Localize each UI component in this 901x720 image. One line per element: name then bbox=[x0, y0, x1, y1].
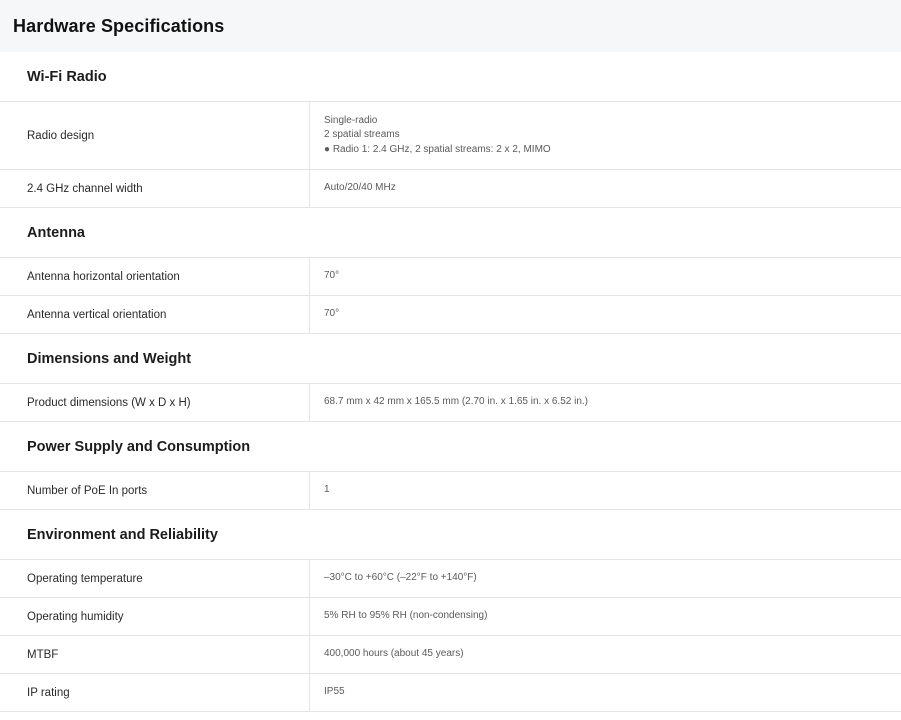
section-wifi-radio: Wi-Fi Radio Radio design Single-radio 2 … bbox=[0, 52, 901, 208]
section-title: Antenna bbox=[27, 224, 85, 241]
spec-row-operating-temperature: Operating temperature –30°C to +60°C (–2… bbox=[0, 560, 901, 598]
spec-value-line: Auto/20/40 MHz bbox=[324, 182, 396, 194]
section-title: Power Supply and Consumption bbox=[27, 438, 251, 455]
spec-row-antenna-horizontal: Antenna horizontal orientation 70° bbox=[0, 258, 901, 296]
spec-value-line: 70° bbox=[324, 270, 340, 282]
section-header: Power Supply and Consumption bbox=[0, 422, 901, 472]
spec-value-line: ● Radio 1: 2.4 GHz, 2 spatial streams: 2… bbox=[324, 143, 551, 155]
spec-value-line: 1 bbox=[324, 484, 330, 496]
spec-row-product-dimensions: Product dimensions (W x D x H) 68.7 mm x… bbox=[0, 384, 901, 422]
spec-value-line: IP55 bbox=[324, 686, 345, 698]
spec-label: MTBF bbox=[0, 636, 310, 673]
spec-value: Single-radio 2 spatial streams ● Radio 1… bbox=[310, 102, 901, 169]
spec-label: Product dimensions (W x D x H) bbox=[0, 384, 310, 421]
page-title: Hardware Specifications bbox=[13, 15, 225, 36]
spec-value-line: 400,000 hours (about 45 years) bbox=[324, 648, 464, 660]
spec-value: –30°C to +60°C (–22°F to +140°F) bbox=[310, 560, 901, 597]
section-header: Wi-Fi Radio bbox=[0, 52, 901, 102]
spec-label: Number of PoE In ports bbox=[0, 472, 310, 509]
spec-value-line: –30°C to +60°C (–22°F to +140°F) bbox=[324, 572, 477, 584]
spec-row-mtbf: MTBF 400,000 hours (about 45 years) bbox=[0, 636, 901, 674]
spec-label: Operating humidity bbox=[0, 598, 310, 635]
spec-value: 5% RH to 95% RH (non-condensing) bbox=[310, 598, 901, 635]
spec-label: Operating temperature bbox=[0, 560, 310, 597]
section-header: Antenna bbox=[0, 208, 901, 258]
spec-row-operating-humidity: Operating humidity 5% RH to 95% RH (non-… bbox=[0, 598, 901, 636]
spec-value: 70° bbox=[310, 296, 901, 333]
section-header: Environment and Reliability bbox=[0, 510, 901, 560]
spec-row-poe-ports: Number of PoE In ports 1 bbox=[0, 472, 901, 510]
spec-label: Antenna vertical orientation bbox=[0, 296, 310, 333]
spec-label: 2.4 GHz channel width bbox=[0, 170, 310, 207]
section-title: Environment and Reliability bbox=[27, 526, 218, 543]
spec-page: Hardware Specifications Wi-Fi Radio Radi… bbox=[0, 0, 901, 720]
section-title: Wi-Fi Radio bbox=[27, 68, 107, 85]
spec-row-channel-width: 2.4 GHz channel width Auto/20/40 MHz bbox=[0, 170, 901, 208]
spec-label: IP rating bbox=[0, 674, 310, 711]
spec-value-line: 2 spatial streams bbox=[324, 129, 400, 141]
spec-value: 400,000 hours (about 45 years) bbox=[310, 636, 901, 673]
spec-value-line: Single-radio bbox=[324, 114, 378, 126]
section-power: Power Supply and Consumption Number of P… bbox=[0, 422, 901, 510]
spec-value-line: 68.7 mm x 42 mm x 165.5 mm (2.70 in. x 1… bbox=[324, 396, 588, 408]
spec-value: 68.7 mm x 42 mm x 165.5 mm (2.70 in. x 1… bbox=[310, 384, 901, 421]
spec-value: Auto/20/40 MHz bbox=[310, 170, 901, 207]
section-environment: Environment and Reliability Operating te… bbox=[0, 510, 901, 712]
spec-row-antenna-vertical: Antenna vertical orientation 70° bbox=[0, 296, 901, 334]
section-dimensions: Dimensions and Weight Product dimensions… bbox=[0, 334, 901, 422]
spec-label: Antenna horizontal orientation bbox=[0, 258, 310, 295]
section-title: Dimensions and Weight bbox=[27, 350, 192, 367]
spec-value: 1 bbox=[310, 472, 901, 509]
spec-row-ip-rating: IP rating IP55 bbox=[0, 674, 901, 712]
page-header: Hardware Specifications bbox=[0, 0, 901, 52]
spec-value: 70° bbox=[310, 258, 901, 295]
spec-row-radio-design: Radio design Single-radio 2 spatial stre… bbox=[0, 102, 901, 170]
section-antenna: Antenna Antenna horizontal orientation 7… bbox=[0, 208, 901, 334]
spec-label: Radio design bbox=[0, 102, 310, 169]
spec-value: IP55 bbox=[310, 674, 901, 711]
spec-value-line: 5% RH to 95% RH (non-condensing) bbox=[324, 610, 488, 622]
spec-value-line: 70° bbox=[324, 308, 340, 320]
section-header: Dimensions and Weight bbox=[0, 334, 901, 384]
